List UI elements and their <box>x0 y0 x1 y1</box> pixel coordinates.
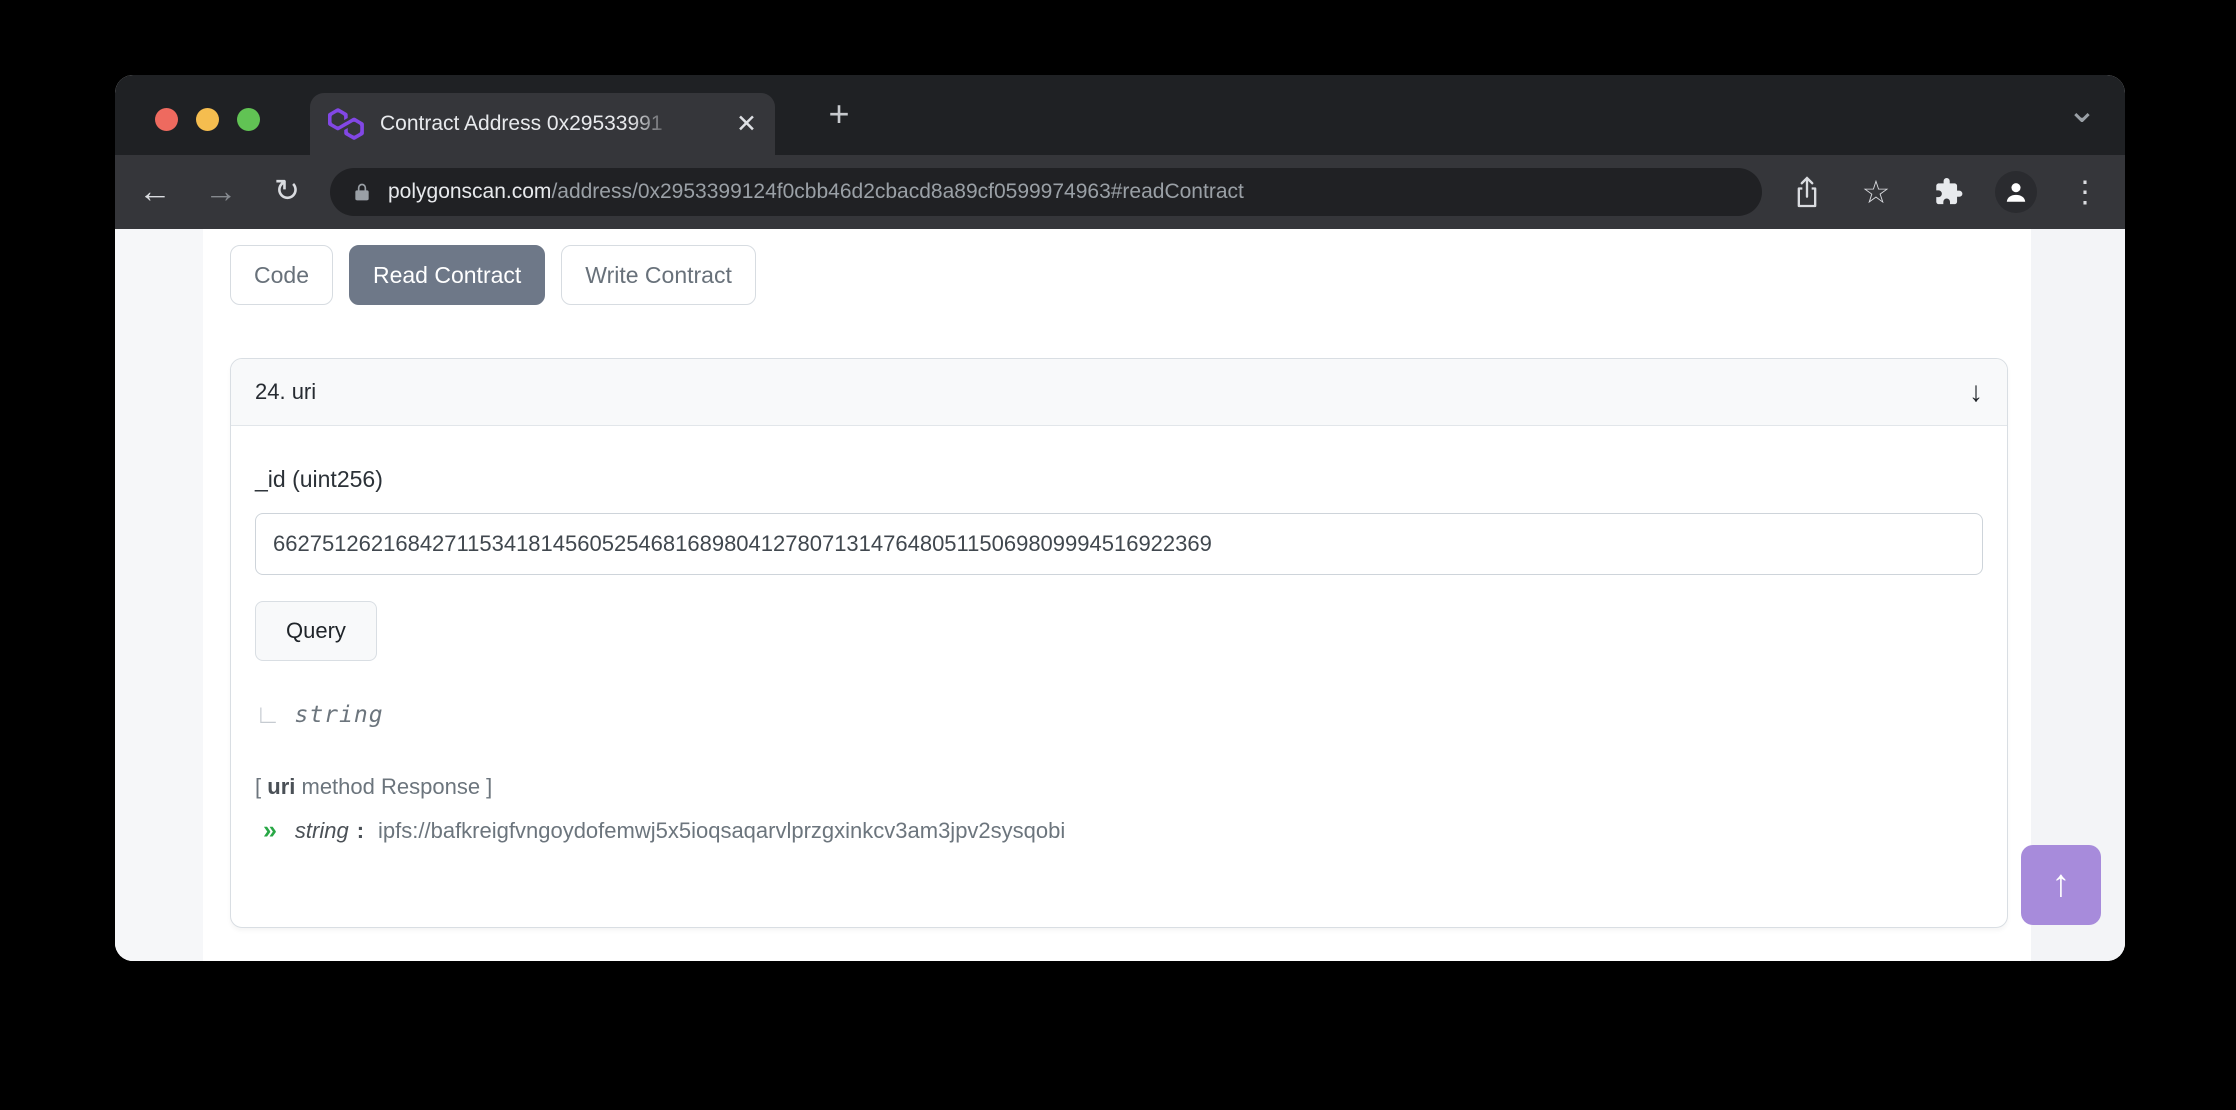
profile-avatar[interactable] <box>1990 155 2042 229</box>
url-path: /address/0x2953399124f0cbb46d2cbacd8a89c… <box>551 180 1243 204</box>
zoom-window-button[interactable] <box>237 108 260 131</box>
method-card-uri: 24. uri ↓ _id (uint256) Query ∟ string [… <box>230 358 2008 928</box>
method-card-header[interactable]: 24. uri ↓ <box>231 359 2007 426</box>
response-method-name: uri <box>267 774 295 799</box>
tab-read-contract-button[interactable]: Read Contract <box>349 245 545 305</box>
query-button[interactable]: Query <box>255 601 377 661</box>
page-left-margin <box>115 229 203 961</box>
param-label: _id (uint256) <box>255 466 1983 493</box>
minimize-window-button[interactable] <box>196 108 219 131</box>
new-tab-button[interactable]: + <box>815 91 863 139</box>
response-header-text: method Response ] <box>302 774 493 799</box>
address-bar[interactable]: polygonscan.com/address/0x2953399124f0cb… <box>330 168 1762 216</box>
response-bracket-open: [ <box>255 774 261 799</box>
lock-icon[interactable] <box>352 179 372 205</box>
share-icon[interactable] <box>1781 155 1833 229</box>
response-header: [ uri method Response ] <box>255 774 1983 800</box>
param-id-input[interactable] <box>255 513 1983 575</box>
browser-tab[interactable]: Contract Address 0x29533991 ✕ <box>310 93 775 155</box>
response-ipfs-value: ipfs://bafkreigfvngoydofemwj5x5ioqsaqarv… <box>378 818 1065 844</box>
url-domain: polygonscan.com <box>388 180 551 204</box>
extensions-puzzle-icon[interactable] <box>1922 155 1974 229</box>
return-type-row: ∟ string <box>255 699 1983 730</box>
forward-button[interactable]: → <box>195 155 247 229</box>
tab-strip: Contract Address 0x29533991 ✕ + ⌄ <box>115 75 2125 155</box>
page-content: Code Read Contract Write Contract 24. ur… <box>115 229 2125 961</box>
tab-title-fade <box>630 93 682 155</box>
polygon-logo-icon <box>328 108 364 140</box>
method-card-title: 24. uri <box>255 379 316 405</box>
method-response: [ uri method Response ] » string : ipfs:… <box>255 774 1983 845</box>
response-chevrons-icon: » <box>263 816 277 845</box>
reload-button[interactable]: ↻ <box>261 155 313 229</box>
return-angle-icon: ∟ <box>255 699 280 730</box>
response-separator: : <box>357 818 364 844</box>
scroll-to-top-button[interactable]: ↑ <box>2021 845 2101 925</box>
close-tab-icon[interactable]: ✕ <box>736 93 757 155</box>
chevron-down-icon[interactable]: ⌄ <box>2067 89 2097 131</box>
avatar <box>1995 171 2037 213</box>
collapse-arrow-icon[interactable]: ↓ <box>1969 376 1983 408</box>
back-button[interactable]: ← <box>129 155 181 229</box>
tab-code-button[interactable]: Code <box>230 245 333 305</box>
browser-window: Contract Address 0x29533991 ✕ + ⌄ ← → ↻ … <box>115 75 2125 961</box>
contract-tab-buttons: Code Read Contract Write Contract <box>230 245 756 305</box>
response-value-type: string <box>295 818 349 844</box>
browser-menu-icon[interactable]: ⋮ <box>2059 155 2111 229</box>
close-window-button[interactable] <box>155 108 178 131</box>
method-card-body: _id (uint256) Query ∟ string [ uri metho… <box>231 426 2007 845</box>
bookmark-star-icon[interactable]: ☆ <box>1850 155 1902 229</box>
browser-toolbar: ← → ↻ polygonscan.com/address/0x29533991… <box>115 155 2125 229</box>
response-value-row: » string : ipfs://bafkreigfvngoydofemwj5… <box>255 816 1983 845</box>
tab-write-contract-button[interactable]: Write Contract <box>561 245 756 305</box>
return-type-name: string <box>294 702 383 728</box>
